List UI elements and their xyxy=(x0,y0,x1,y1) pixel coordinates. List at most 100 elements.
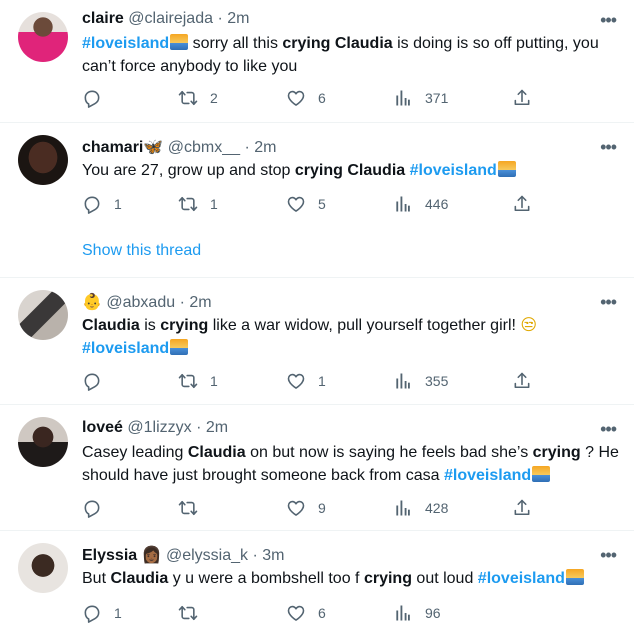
views-button[interactable]: 371 xyxy=(393,86,448,110)
more-icon[interactable]: ••• xyxy=(600,419,617,440)
retweet-icon xyxy=(178,88,198,108)
like-icon xyxy=(286,371,306,391)
retweet-button[interactable] xyxy=(178,601,210,625)
reply-button[interactable]: 1 xyxy=(82,192,122,216)
reply-icon xyxy=(82,371,102,391)
hashtag-link[interactable]: #loveisland xyxy=(478,570,565,587)
avatar[interactable] xyxy=(18,417,68,467)
reply-button[interactable]: 1 xyxy=(82,601,122,625)
like-button[interactable]: 9 xyxy=(286,496,326,520)
retweet-button[interactable]: 2 xyxy=(178,86,218,110)
share-icon xyxy=(512,194,532,214)
retweet-icon xyxy=(178,371,198,391)
retweet-icon xyxy=(178,603,198,623)
avatar[interactable] xyxy=(18,543,68,593)
butterfly-emoji-icon: 🦋 xyxy=(143,139,164,156)
more-icon[interactable]: ••• xyxy=(600,545,617,566)
author-name[interactable]: 👶 xyxy=(82,294,102,311)
like-button[interactable]: 6 xyxy=(286,601,326,625)
tweet-text: Casey leading Claudia on but now is sayi… xyxy=(82,444,619,484)
unamused-emoji-icon: 😒 xyxy=(520,317,538,334)
author-handle[interactable]: @1lizzyx xyxy=(127,419,191,436)
avatar[interactable] xyxy=(18,135,68,185)
views-button[interactable]: 428 xyxy=(393,496,448,520)
views-icon xyxy=(393,88,413,108)
retweet-button[interactable]: 1 xyxy=(178,369,218,393)
reply-button[interactable] xyxy=(82,86,114,110)
tweet[interactable]: claire @clairejada · 2m ••• #loveisland … xyxy=(0,0,634,123)
timestamp[interactable]: 2m xyxy=(206,419,228,436)
like-icon xyxy=(286,194,306,214)
author-handle[interactable]: @cbmx__ xyxy=(168,139,240,156)
share-icon xyxy=(512,371,532,391)
retweet-button[interactable] xyxy=(178,496,210,520)
reply-icon xyxy=(82,194,102,214)
share-button[interactable] xyxy=(512,192,532,216)
dot-separator: · xyxy=(244,139,250,156)
reply-button[interactable] xyxy=(82,369,114,393)
share-button[interactable] xyxy=(512,86,532,110)
reply-icon xyxy=(82,603,102,623)
retweet-icon xyxy=(178,498,198,518)
tweet-text: You are 27, grow up and stop crying Clau… xyxy=(82,159,622,182)
more-icon[interactable]: ••• xyxy=(600,10,617,31)
views-button[interactable]: 355 xyxy=(393,369,448,393)
timestamp[interactable]: 2m xyxy=(189,294,211,311)
share-button[interactable] xyxy=(512,496,532,520)
hashtag-link[interactable]: #loveisland xyxy=(444,467,531,484)
author-handle[interactable]: @abxadu xyxy=(106,294,175,311)
share-icon xyxy=(512,498,532,518)
author-name[interactable]: chamari🦋 xyxy=(82,139,163,156)
author-handle[interactable]: @elyssia_k xyxy=(166,547,248,564)
views-button[interactable]: 96 xyxy=(393,601,441,625)
retweet-button[interactable]: 1 xyxy=(178,192,218,216)
views-icon xyxy=(393,498,413,518)
timestamp[interactable]: 2m xyxy=(254,139,276,156)
views-icon xyxy=(393,603,413,623)
avatar[interactable] xyxy=(18,290,68,340)
hashtag-link[interactable]: #loveisland xyxy=(82,35,169,52)
author-handle[interactable]: @clairejada xyxy=(128,10,213,27)
more-icon[interactable]: ••• xyxy=(600,292,617,313)
avatar[interactable] xyxy=(18,12,68,62)
dot-separator: · xyxy=(179,294,185,311)
tweet[interactable]: Elyssia 👩🏾 @elyssia_k · 3m ••• But Claud… xyxy=(0,531,634,632)
share-button[interactable] xyxy=(512,369,532,393)
hashtag-link[interactable]: #loveisland xyxy=(82,340,169,357)
sunset-emoji-icon xyxy=(565,569,584,585)
like-button[interactable]: 1 xyxy=(286,369,326,393)
author-name[interactable]: claire xyxy=(82,10,124,27)
tweet-text: Claudia is crying like a war widow, pull… xyxy=(82,317,538,357)
author-name[interactable]: Elyssia 👩🏾 xyxy=(82,547,162,564)
tweet-text: But Claudia y u were a bombshell too f c… xyxy=(82,567,622,590)
more-icon[interactable]: ••• xyxy=(600,137,617,158)
sunset-emoji-icon xyxy=(532,466,551,482)
tweet[interactable]: chamari🦋 @cbmx__ · 2m ••• You are 27, gr… xyxy=(0,123,634,278)
timestamp[interactable]: 3m xyxy=(262,547,284,564)
sunset-emoji-icon xyxy=(170,339,189,355)
reply-icon xyxy=(82,88,102,108)
reply-button[interactable] xyxy=(82,496,114,520)
tweet-actions: 1 1 355 xyxy=(82,369,542,393)
tweet[interactable]: 👶 @abxadu · 2m ••• Claudia is crying lik… xyxy=(0,278,634,405)
tweet-text: #loveisland sorry all this crying Claudi… xyxy=(82,34,599,75)
tweet-actions: 1 6 96 xyxy=(82,601,542,625)
hashtag-link[interactable]: #loveisland xyxy=(410,162,497,179)
views-icon xyxy=(393,371,413,391)
tweet[interactable]: loveé @1lizzyx · 2m ••• Casey leading Cl… xyxy=(0,405,634,531)
woman-emoji-icon: 👩🏾 xyxy=(141,547,162,564)
like-button[interactable]: 6 xyxy=(286,86,326,110)
views-button[interactable]: 446 xyxy=(393,192,448,216)
tweet-header: 👶 @abxadu · 2m xyxy=(82,292,212,312)
author-name[interactable]: loveé xyxy=(82,419,123,436)
retweet-icon xyxy=(178,194,198,214)
dot-separator: · xyxy=(217,10,223,27)
show-thread-link[interactable]: Show this thread xyxy=(82,242,201,260)
share-icon xyxy=(512,88,532,108)
like-button[interactable]: 5 xyxy=(286,192,326,216)
dot-separator: · xyxy=(196,419,202,436)
tweet-actions: 2 6 371 xyxy=(82,86,542,110)
tweet-header: chamari🦋 @cbmx__ · 2m xyxy=(82,137,276,157)
tweet-header: Elyssia 👩🏾 @elyssia_k · 3m xyxy=(82,545,285,565)
timestamp[interactable]: 2m xyxy=(227,10,249,27)
